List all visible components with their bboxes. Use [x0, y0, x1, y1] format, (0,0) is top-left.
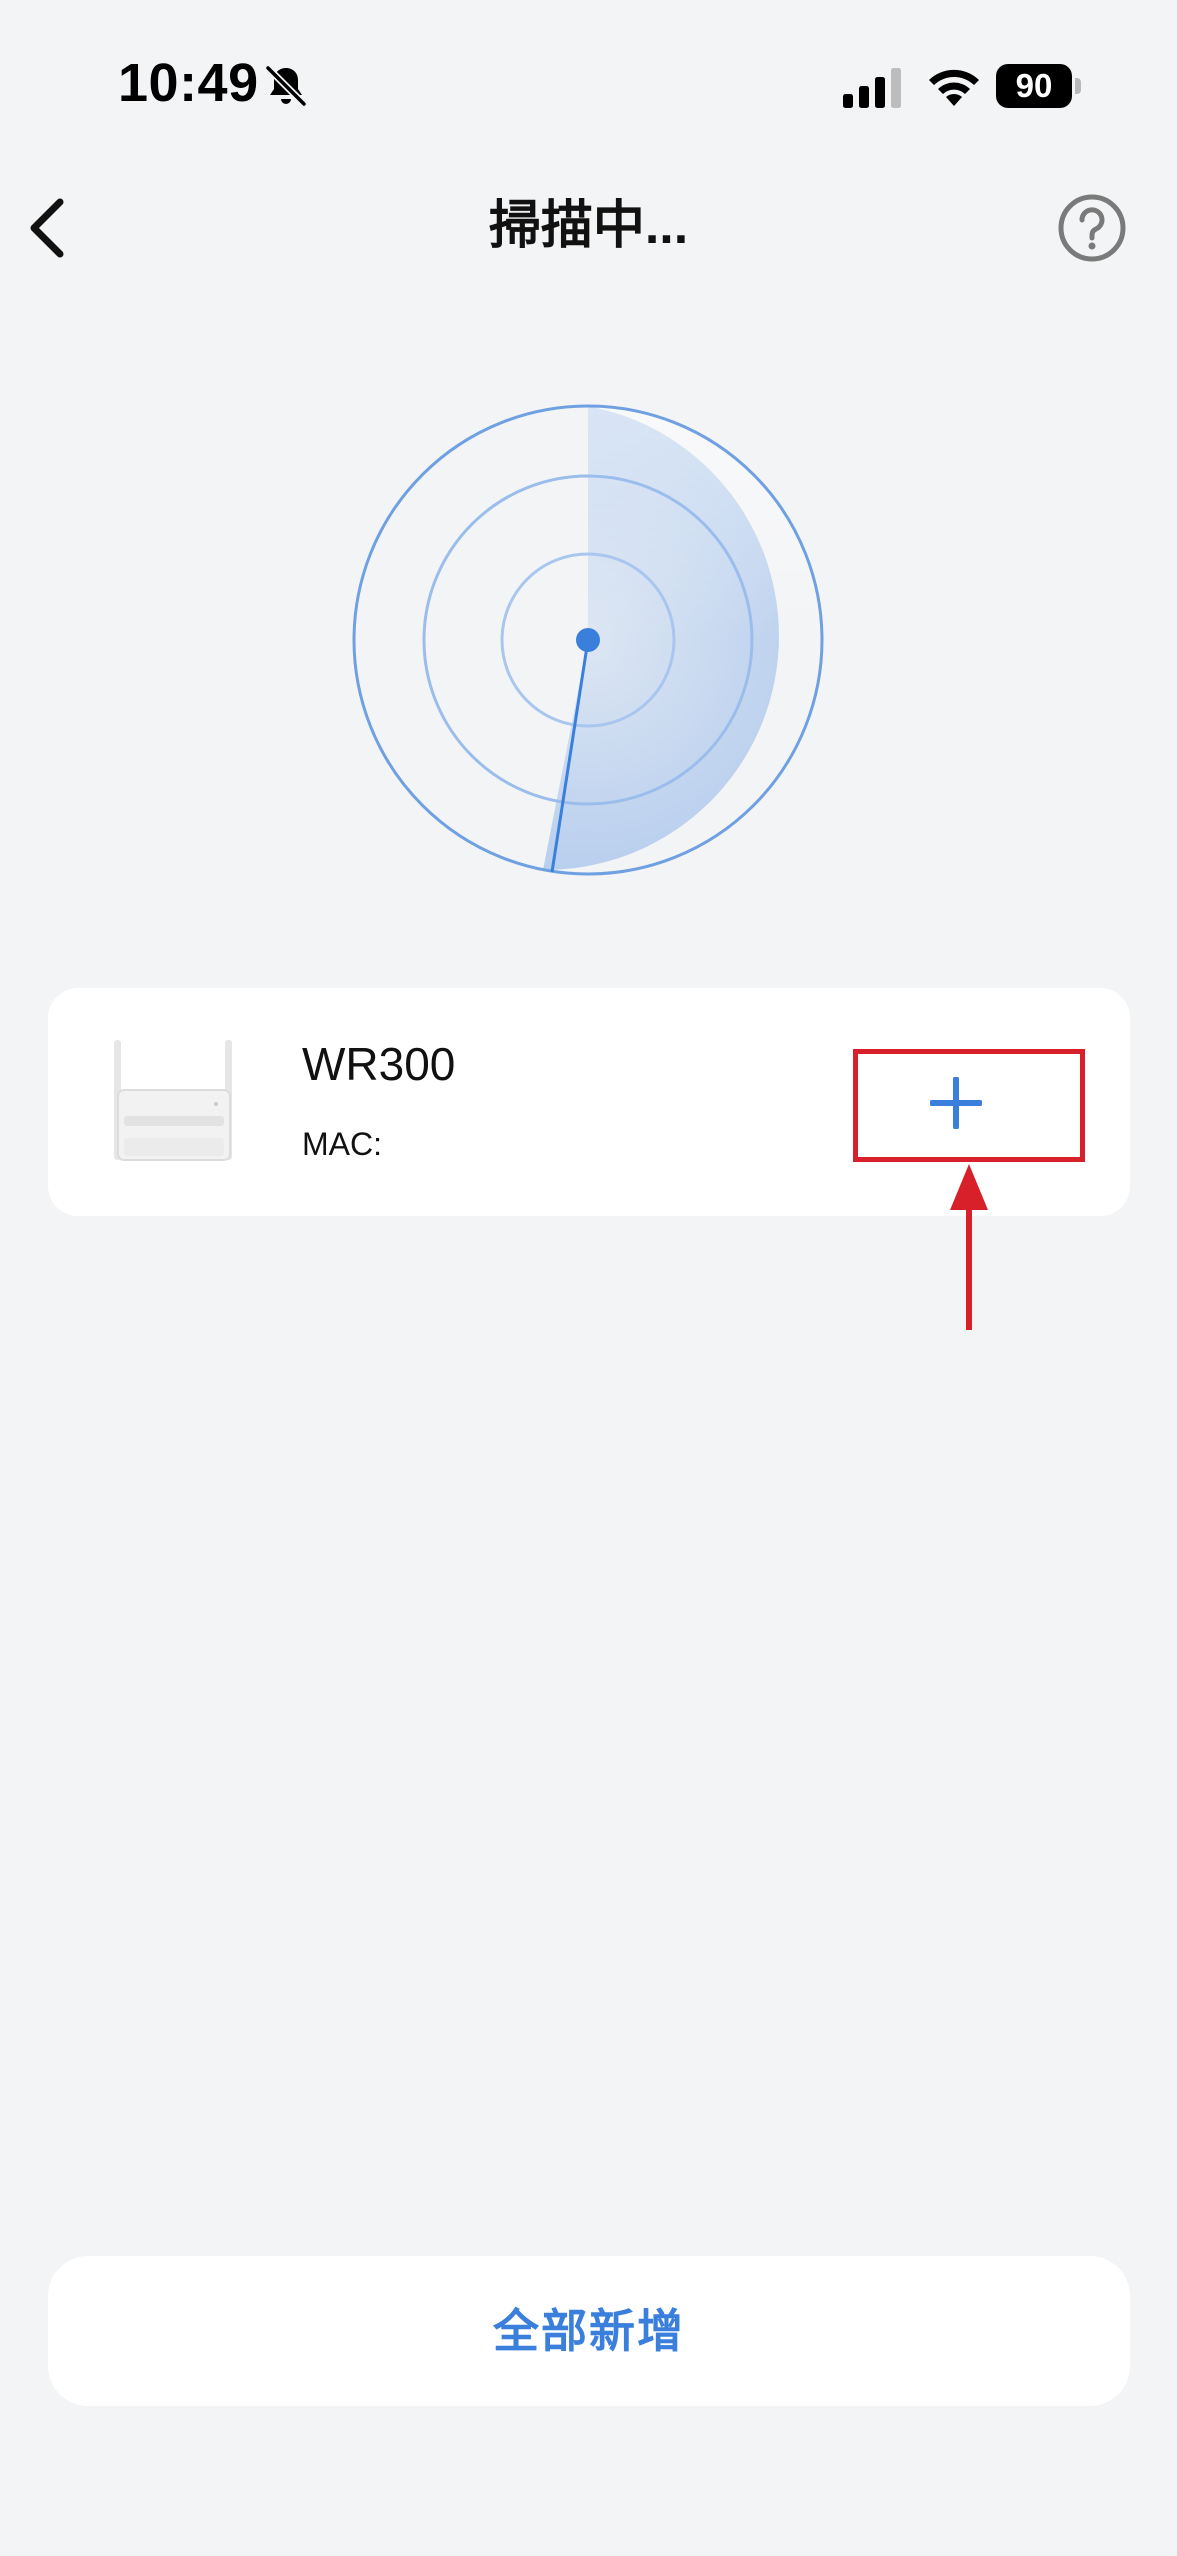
radar-center-dot [576, 628, 600, 652]
radar-scan-icon [352, 404, 824, 876]
battery-icon: 90 [996, 64, 1082, 108]
bell-muted-icon [265, 65, 307, 107]
status-bar: 10:49 90 [0, 0, 1177, 170]
help-button[interactable] [1056, 192, 1128, 264]
wifi-icon [929, 69, 979, 106]
annotation-highlight-box [853, 1049, 1085, 1162]
device-mac-label: MAC: [302, 1126, 382, 1162]
battery-cap [1075, 78, 1081, 94]
status-time: 10:49 [118, 53, 259, 113]
add-all-button[interactable]: 全部新增 [48, 2256, 1130, 2406]
question-circle-icon [1058, 194, 1126, 262]
cellular-signal-icon [843, 68, 901, 108]
annotation-arrow-up-icon [950, 1164, 988, 1330]
device-name: WR300 [302, 1038, 456, 1090]
router-image [114, 1040, 232, 1161]
page-title: 掃描中... [488, 197, 689, 255]
battery-level: 90 [996, 64, 1072, 108]
